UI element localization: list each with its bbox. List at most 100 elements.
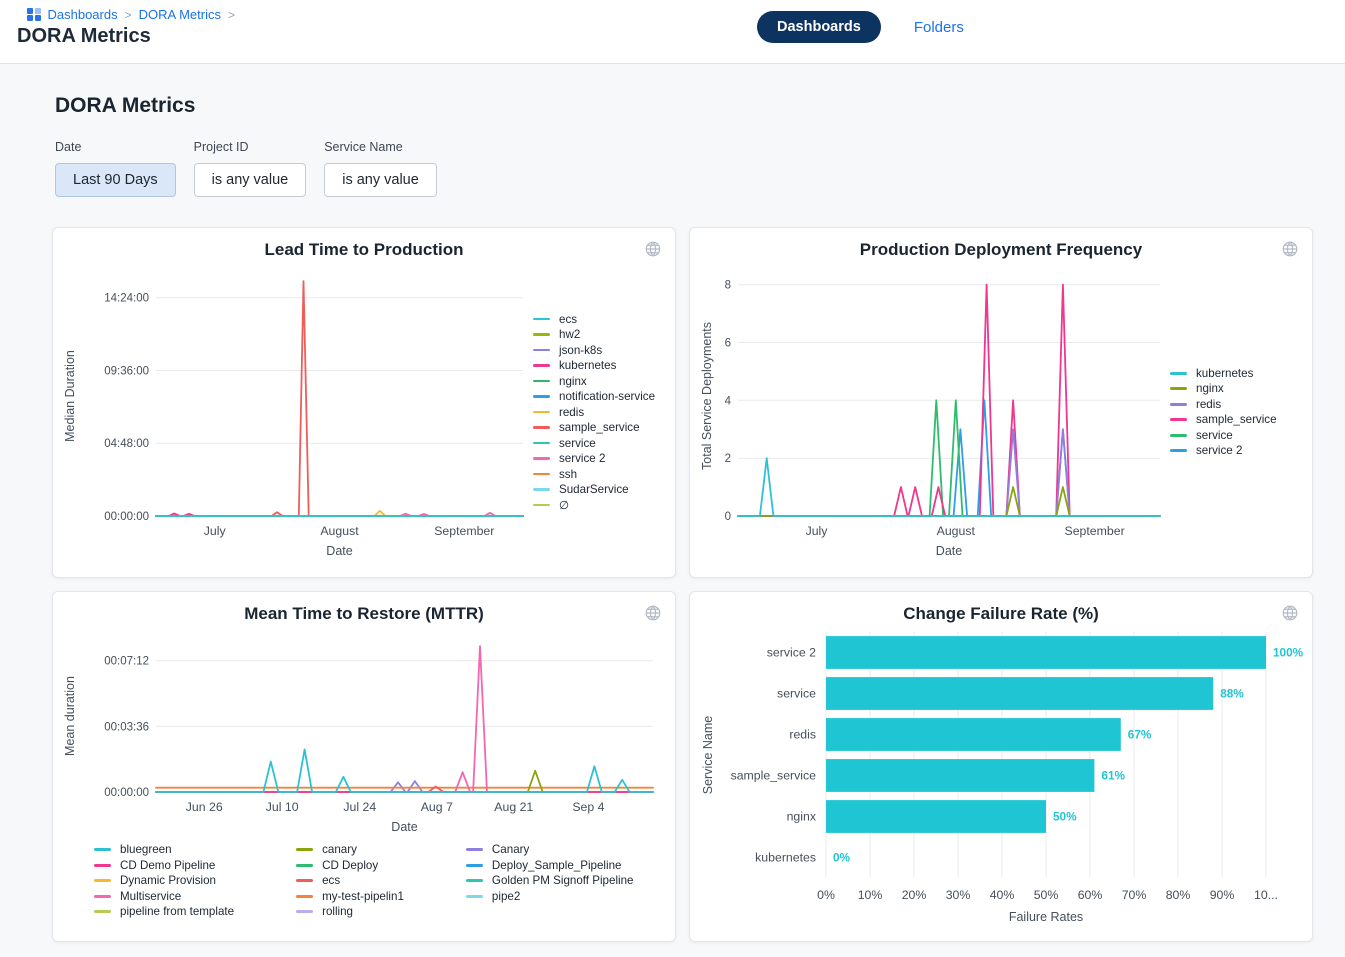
svg-text:0%: 0% xyxy=(833,851,851,865)
svg-text:60%: 60% xyxy=(1078,888,1103,902)
svg-text:Median Duration: Median Duration xyxy=(63,350,77,442)
svg-text:Service Name: Service Name xyxy=(701,716,715,795)
globe-icon[interactable] xyxy=(1281,240,1299,258)
svg-text:80%: 80% xyxy=(1166,888,1191,902)
series-label: notification-service xyxy=(559,390,655,403)
series-label: rolling xyxy=(322,905,353,918)
breadcrumb-link-dashboards[interactable]: Dashboards xyxy=(48,7,118,22)
svg-text:August: August xyxy=(320,524,359,538)
legend-item-service-2[interactable]: service 2 xyxy=(1170,443,1308,459)
legend-item-notification-service[interactable]: notification-service xyxy=(533,389,671,405)
legend-item-cd-deploy[interactable]: CD Deploy xyxy=(296,858,404,874)
svg-text:nginx: nginx xyxy=(787,810,817,824)
legend-item-deploy-sample-pipeline[interactable]: Deploy_Sample_Pipeline xyxy=(466,858,634,874)
deployment-frequency-line-chart: 02468JulyAugustSeptemberTotal Service De… xyxy=(698,262,1170,562)
series-color-swatch xyxy=(533,457,550,460)
series-color-swatch xyxy=(533,333,550,336)
svg-text:30%: 30% xyxy=(946,888,971,902)
filter-project-id-button[interactable]: is any value xyxy=(194,163,307,197)
legend-item-redis[interactable]: redis xyxy=(533,404,671,420)
legend-item-bluegreen[interactable]: bluegreen xyxy=(94,842,234,858)
chart-body: 00:00:0000:03:3600:07:12Jun 26Jul 10Jul … xyxy=(53,624,675,920)
series-label: ecs xyxy=(559,313,577,326)
legend-item-golden-pm-signoff-pipeline[interactable]: Golden PM Signoff Pipeline xyxy=(466,873,634,889)
series-label: redis xyxy=(559,406,584,419)
legend-item-dynamic-provision[interactable]: Dynamic Provision xyxy=(94,873,234,889)
legend-item-pipeline-from-template[interactable]: pipeline from template xyxy=(94,904,234,920)
legend-item-hw2[interactable]: hw2 xyxy=(533,327,671,343)
svg-text:September: September xyxy=(434,524,494,538)
filter-date-button[interactable]: Last 90 Days xyxy=(55,163,176,197)
legend-item-sudarservice[interactable]: SudarService xyxy=(533,482,671,498)
series-label: SudarService xyxy=(559,483,629,496)
legend-item-service[interactable]: service xyxy=(533,435,671,451)
chart-card-mttr: Mean Time to Restore (MTTR) 00:00:0000:0… xyxy=(52,591,676,942)
svg-text:90%: 90% xyxy=(1210,888,1235,902)
svg-text:50%: 50% xyxy=(1053,810,1077,824)
legend-item-redis[interactable]: redis xyxy=(1170,397,1308,413)
breadcrumb-separator: > xyxy=(125,8,132,22)
chart-title-lead-time: Lead Time to Production xyxy=(53,240,675,260)
series-color-swatch xyxy=(533,349,550,352)
legend-item-json-k8s[interactable]: json-k8s xyxy=(533,342,671,358)
tab-folders[interactable]: Folders xyxy=(908,18,970,37)
series-label: pipe2 xyxy=(492,890,520,903)
svg-text:service 2: service 2 xyxy=(767,646,816,660)
legend-item-nginx[interactable]: nginx xyxy=(533,373,671,389)
breadcrumb-link-dora-metrics[interactable]: DORA Metrics xyxy=(139,7,221,22)
dashboards-grid-icon xyxy=(27,8,41,22)
series-color-swatch xyxy=(466,864,483,867)
card-header: Change Failure Rate (%) xyxy=(690,592,1312,624)
legend-item-service-2[interactable]: service 2 xyxy=(533,451,671,467)
svg-text:10%: 10% xyxy=(858,888,883,902)
legend-item-ecs[interactable]: ecs xyxy=(296,873,404,889)
card-header: Production Deployment Frequency xyxy=(690,228,1312,260)
legend-item-kubernetes[interactable]: kubernetes xyxy=(1170,366,1308,382)
series-label: service 2 xyxy=(1196,444,1242,457)
deployment-frequency-legend: kubernetesnginxredissample_serviceservic… xyxy=(1170,366,1308,459)
globe-icon[interactable] xyxy=(1281,604,1299,622)
tab-dashboards[interactable]: Dashboards xyxy=(757,11,881,43)
svg-text:70%: 70% xyxy=(1122,888,1147,902)
legend-item-service[interactable]: service xyxy=(1170,428,1308,444)
series-color-swatch xyxy=(533,473,550,476)
svg-text:Jul 10: Jul 10 xyxy=(266,800,299,814)
legend-item-sample-service[interactable]: sample_service xyxy=(533,420,671,436)
svg-text:kubernetes: kubernetes xyxy=(755,851,816,865)
svg-text:Sep 4: Sep 4 xyxy=(572,800,604,814)
series-color-swatch xyxy=(1170,403,1187,406)
legend-item-rolling[interactable]: rolling xyxy=(296,904,404,920)
series-color-swatch xyxy=(94,864,111,867)
card-header: Lead Time to Production xyxy=(53,228,675,260)
legend-item-cd-demo-pipeline[interactable]: CD Demo Pipeline xyxy=(94,858,234,874)
series-color-swatch xyxy=(533,395,550,398)
globe-icon[interactable] xyxy=(644,604,662,622)
card-header: Mean Time to Restore (MTTR) xyxy=(53,592,675,624)
legend-item-ssh[interactable]: ssh xyxy=(533,466,671,482)
breadcrumb: Dashboards > DORA Metrics > xyxy=(27,7,1345,22)
series-label: service xyxy=(559,437,596,450)
legend-item--[interactable]: ∅ xyxy=(533,497,671,513)
series-label: my-test-pipelin1 xyxy=(322,890,404,903)
series-label: pipeline from template xyxy=(120,905,234,918)
svg-text:September: September xyxy=(1065,524,1125,538)
filter-service-name-button[interactable]: is any value xyxy=(324,163,437,197)
legend-item-ecs[interactable]: ecs xyxy=(533,311,671,327)
globe-icon[interactable] xyxy=(644,240,662,258)
legend-item-multiservice[interactable]: Multiservice xyxy=(94,889,234,905)
chart-title-mttr: Mean Time to Restore (MTTR) xyxy=(53,604,675,624)
legend-item-my-test-pipelin1[interactable]: my-test-pipelin1 xyxy=(296,889,404,905)
series-color-swatch xyxy=(533,380,550,383)
series-color-swatch xyxy=(533,318,550,321)
legend-item-kubernetes[interactable]: kubernetes xyxy=(533,358,671,374)
legend-item-sample-service[interactable]: sample_service xyxy=(1170,412,1308,428)
svg-text:20%: 20% xyxy=(902,888,927,902)
series-color-swatch xyxy=(1170,372,1187,375)
legend-item-canary[interactable]: canary xyxy=(296,842,404,858)
legend-item-canary[interactable]: Canary xyxy=(466,842,634,858)
legend-item-nginx[interactable]: nginx xyxy=(1170,381,1308,397)
svg-text:10...: 10... xyxy=(1254,888,1278,902)
change-failure-rate-bar-chart: 0%10%20%30%40%50%60%70%80%90%10...servic… xyxy=(698,626,1313,928)
legend-item-pipe2[interactable]: pipe2 xyxy=(466,889,634,905)
series-color-swatch xyxy=(466,848,483,851)
